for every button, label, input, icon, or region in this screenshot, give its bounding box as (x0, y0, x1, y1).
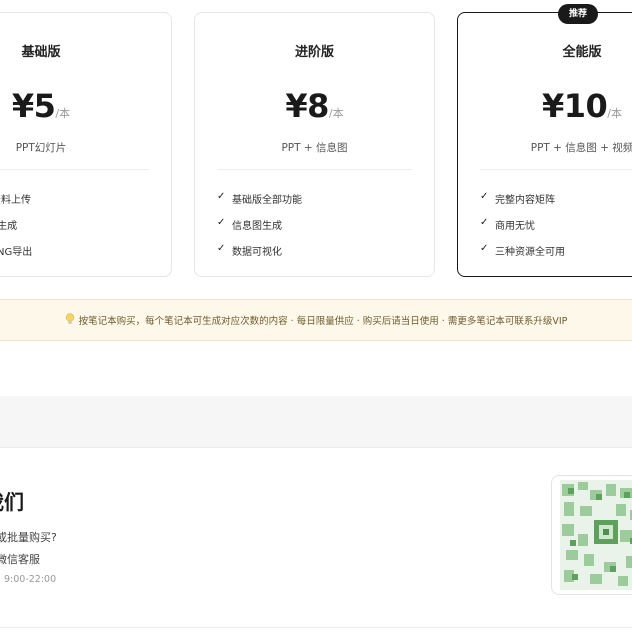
plan-card-premium[interactable]: 推荐 全能版 ¥10/本 PPT + 信息图 + 视频 ✓ 完整内容矩阵 ✓ 商用无… (457, 4, 632, 277)
check-icon: ✓ (217, 191, 226, 202)
footer-divider (0, 627, 632, 628)
feature-item: ✓ 数据可视化 (217, 243, 302, 269)
notice-text: 按笔记本购买，每个笔记本可生成对应次数的内容 · 每日限量供应 · 购买后请当日… (78, 316, 568, 327)
feature-label: PNG导出 (0, 247, 33, 258)
price-amount: ¥8 (285, 87, 329, 125)
lightbulb-icon (65, 312, 75, 328)
feature-item: ✓ 三种资源全可用 (480, 243, 565, 269)
check-icon: ✓ (217, 217, 226, 228)
plan-price: ¥8/本 (195, 87, 434, 125)
feature-item: PNG导出 (0, 243, 32, 269)
feature-label: 信息图生成 (232, 221, 282, 232)
plan-price: ¥5/本 (0, 87, 171, 125)
check-icon: ✓ (217, 243, 226, 254)
qr-code-icon (560, 480, 632, 590)
price-amount: ¥10 (541, 87, 608, 125)
divider (480, 169, 632, 170)
feature-item: ✓ 商用无忧 (480, 217, 565, 243)
plan-card-basic[interactable]: 基础版 ¥5/本 PPT幻灯片 资料上传 T生成 PNG导出 (0, 12, 172, 277)
plan-card-advanced[interactable]: 进阶版 ¥8/本 PPT + 信息图 ✓ 基础版全部功能 ✓ 信息图生成 ✓ 数据可视… (194, 12, 435, 277)
divider (0, 169, 149, 170)
feature-item: ✓ 信息图生成 (217, 217, 302, 243)
contact-wechat-label: 微信客服 (0, 553, 40, 566)
feature-label: 基础版全部功能 (232, 195, 302, 206)
wechat-qr-code[interactable] (551, 475, 632, 595)
check-icon: ✓ (480, 243, 489, 254)
price-amount: ¥5 (11, 87, 56, 125)
contact-title: 我们 (0, 490, 24, 514)
plan-title: 进阶版 (294, 45, 334, 60)
purchase-notice: 按笔记本购买，每个笔记本可生成对应次数的内容 · 每日限量供应 · 购买后请当日… (0, 299, 632, 341)
feature-item: T生成 (0, 217, 32, 243)
check-icon: ✓ (480, 217, 489, 228)
pricing-page: 基础版 ¥5/本 PPT幻灯片 资料上传 T生成 PNG导出 进阶版 ¥8/本 … (0, 0, 632, 632)
plan-title: 基础版 (21, 45, 61, 60)
divider (217, 169, 412, 170)
plan-title: 全能版 (562, 45, 602, 60)
plan-description: PPT + 信息图 + 视频 (530, 142, 632, 154)
plan-price: ¥10/本 (458, 87, 632, 125)
price-unit: /本 (55, 107, 71, 120)
feature-label: T生成 (0, 221, 18, 232)
price-unit: /本 (328, 107, 344, 120)
section-divider-band (0, 396, 632, 448)
feature-list: 资料上传 T生成 PNG导出 (0, 191, 32, 269)
feature-label: 数据可视化 (232, 247, 282, 258)
feature-label: 三种资源全可用 (495, 247, 565, 258)
feature-label: 资料上传 (0, 195, 31, 206)
plan-description: PPT幻灯片 (15, 142, 67, 154)
price-unit: /本 (607, 107, 622, 120)
feature-label: 商用无忧 (495, 221, 535, 232)
check-icon: ✓ (480, 191, 489, 202)
feature-list: ✓ 基础版全部功能 ✓ 信息图生成 ✓ 数据可视化 (217, 191, 302, 269)
recommended-badge: 推荐 (558, 4, 599, 24)
feature-list: ✓ 完整内容矩阵 ✓ 商用无忧 ✓ 三种资源全可用 (480, 191, 565, 269)
feature-item: ✓ 基础版全部功能 (217, 191, 302, 217)
plan-description: PPT + 信息图 (281, 142, 348, 154)
service-hours: 9:00-22:00 (4, 574, 57, 585)
feature-label: 完整内容矩阵 (495, 195, 555, 206)
contact-question: 或批量购买? (0, 531, 57, 544)
feature-item: 资料上传 (0, 191, 32, 217)
feature-item: ✓ 完整内容矩阵 (480, 191, 565, 217)
